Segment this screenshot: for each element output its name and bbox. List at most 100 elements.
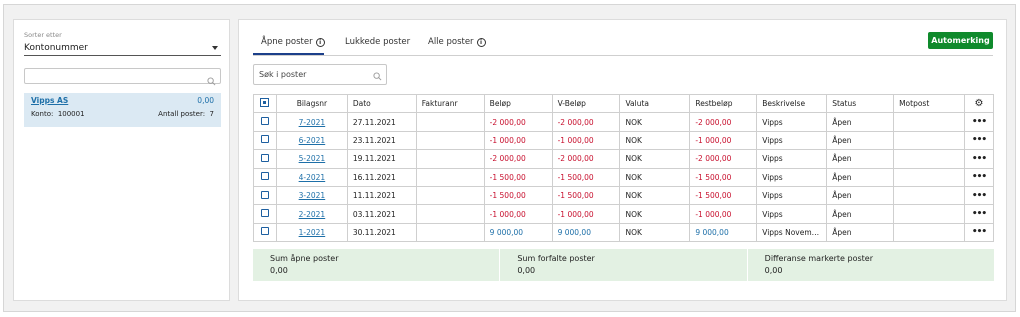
tab-label: Åpne poster — [261, 37, 313, 47]
info-icon[interactable]: i — [315, 37, 325, 47]
col-header[interactable]: Bilagsnr — [275, 93, 348, 114]
bilagsnr-link[interactable]: 1-2021 — [299, 228, 326, 237]
account-konto: Konto: 100001 — [31, 110, 85, 118]
col-header[interactable]: Valuta — [619, 93, 691, 114]
bilagsnr-link[interactable]: 5-2021 — [299, 154, 326, 163]
sum-forfalte-poster: Sum forfalte poster 0,00 — [500, 249, 748, 281]
bilagsnr-link[interactable]: 2-2021 — [299, 210, 326, 219]
row-menu-icon[interactable]: ••• — [963, 149, 995, 169]
tab-label: Lukkede poster — [345, 37, 411, 47]
row-menu-icon[interactable]: ••• — [963, 185, 995, 206]
col-header[interactable]: V-Beløp — [551, 93, 621, 114]
cell-vbelop: -1 000,00 — [551, 130, 621, 151]
bilagsnr-link[interactable]: 6-2021 — [299, 136, 326, 145]
tab-label: Alle poster — [428, 37, 474, 47]
cell-fakturanr — [415, 204, 485, 224]
cell-restbelop: -1 500,00 — [689, 167, 758, 187]
table-row[interactable]: 4-2021 16.11.2021 -1 500,00 -1 500,00 NOK -1 … — [253, 167, 995, 187]
account-sidebar: Sorter etter Kontonummer Vipps AS 0,00 K… — [13, 19, 230, 301]
cell-motpost — [893, 149, 965, 169]
row-menu-icon[interactable]: ••• — [963, 204, 995, 224]
gear-icon[interactable]: ⚙ — [963, 93, 995, 114]
cell-valuta: NOK — [619, 204, 691, 224]
table-row[interactable]: 2-2021 03.11.2021 -1 000,00 -1 000,00 NOK -1 … — [253, 204, 995, 224]
cell-dato: 16.11.2021 — [346, 167, 417, 187]
cell-fakturanr — [415, 222, 485, 243]
row-checkbox[interactable] — [260, 135, 269, 144]
select-all-checkbox[interactable] — [260, 98, 270, 108]
cell-status: Åpen — [826, 112, 895, 132]
cell-valuta: NOK — [619, 167, 691, 187]
col-header[interactable]: Motpost — [893, 93, 965, 114]
cell-beskrivelse: Vipps — [756, 167, 828, 187]
bilagsnr-link[interactable]: 7-2021 — [299, 118, 326, 127]
col-header[interactable]: Restbeløp — [689, 93, 758, 114]
row-checkbox[interactable] — [260, 227, 269, 236]
active-tab-indicator — [253, 53, 324, 55]
col-header[interactable]: Beløp — [483, 93, 553, 114]
table-row[interactable]: 7-2021 27.11.2021 -2 000,00 -2 000,00 NOK -2 … — [253, 112, 995, 132]
cell-restbelop: -2 000,00 — [689, 112, 758, 132]
table-row[interactable]: 1-2021 30.11.2021 9 000,00 9 000,00 NOK 9 000… — [253, 222, 995, 243]
sum-apne-poster: Sum åpne poster 0,00 — [253, 249, 501, 281]
table-row[interactable]: 3-2021 11.11.2021 -1 500,00 -1 500,00 NOK -1 … — [253, 185, 995, 206]
cell-motpost — [893, 222, 965, 243]
row-checkbox[interactable] — [260, 172, 269, 181]
account-search-input[interactable] — [24, 68, 221, 86]
cell-valuta: NOK — [619, 112, 691, 132]
col-header[interactable]: Fakturanr — [415, 93, 485, 114]
cell-status: Åpen — [826, 222, 895, 243]
cell-fakturanr — [415, 167, 485, 187]
row-checkbox[interactable] — [260, 153, 269, 162]
cell-belop: -1 000,00 — [483, 130, 553, 151]
table-row[interactable]: 6-2021 23.11.2021 -1 000,00 -1 000,00 NOK -1 … — [253, 130, 995, 151]
search-icon — [207, 71, 216, 90]
cell-vbelop: -1 500,00 — [551, 185, 621, 206]
tab-lukkede-poster[interactable]: Lukkede poster — [345, 37, 410, 47]
search-input[interactable]: Søk i poster — [253, 64, 387, 85]
bilagsnr-link[interactable]: 3-2021 — [299, 191, 326, 200]
summary-value: 0,00 — [270, 266, 288, 275]
row-checkbox[interactable] — [260, 190, 269, 199]
cell-beskrivelse: Vipps — [756, 112, 828, 132]
ledger-panel: Åpne poster i Lukkede poster Alle poster… — [238, 19, 1007, 301]
table-row[interactable]: 5-2021 19.11.2021 -2 000,00 -2 000,00 NOK -2 … — [253, 149, 995, 169]
cell-restbelop: -1 000,00 — [689, 130, 758, 151]
info-icon[interactable]: i — [476, 37, 486, 47]
cell-beskrivelse: Vipps — [756, 185, 828, 206]
summary-value: 0,00 — [517, 266, 536, 275]
cell-motpost — [893, 130, 965, 151]
cell-motpost — [893, 112, 965, 132]
row-checkbox[interactable] — [260, 209, 269, 218]
search-icon — [373, 69, 382, 88]
cell-status: Åpen — [826, 130, 895, 151]
table-header-row: Bilagsnr Dato Fakturanr Beløp V-Beløp Va… — [253, 93, 995, 114]
col-header[interactable]: Beskrivelse — [756, 93, 828, 114]
row-menu-icon[interactable]: ••• — [963, 167, 995, 187]
col-header[interactable]: Status — [826, 93, 895, 114]
sort-select[interactable]: Kontonummer — [24, 40, 221, 56]
automerking-button[interactable]: Automerking — [928, 32, 993, 49]
sort-label: Sorter etter — [24, 31, 62, 39]
cell-valuta: NOK — [619, 130, 691, 151]
row-menu-icon[interactable]: ••• — [963, 112, 995, 132]
row-menu-icon[interactable]: ••• — [963, 130, 995, 151]
tab-apne-poster[interactable]: Åpne poster i — [261, 37, 325, 47]
cell-vbelop: 9 000,00 — [551, 222, 621, 243]
tab-alle-poster[interactable]: Alle poster i — [428, 37, 486, 47]
cell-fakturanr — [415, 112, 485, 132]
account-item[interactable]: Vipps AS 0,00 Konto: 100001 Antall poste… — [24, 93, 221, 127]
cell-fakturanr — [415, 185, 485, 206]
col-header[interactable]: Dato — [346, 93, 417, 114]
cell-dato: 27.11.2021 — [346, 112, 417, 132]
cell-valuta: NOK — [619, 185, 691, 206]
cell-vbelop: -2 000,00 — [551, 149, 621, 169]
summary-label: Sum åpne poster — [270, 254, 339, 263]
cell-fakturanr — [415, 149, 485, 169]
account-name[interactable]: Vipps AS — [31, 96, 68, 105]
chevron-down-icon — [212, 45, 218, 50]
row-checkbox[interactable] — [260, 117, 269, 126]
row-menu-icon[interactable]: ••• — [963, 222, 995, 243]
bilagsnr-link[interactable]: 4-2021 — [299, 173, 326, 182]
cell-beskrivelse: Vipps Novem… — [756, 222, 828, 243]
